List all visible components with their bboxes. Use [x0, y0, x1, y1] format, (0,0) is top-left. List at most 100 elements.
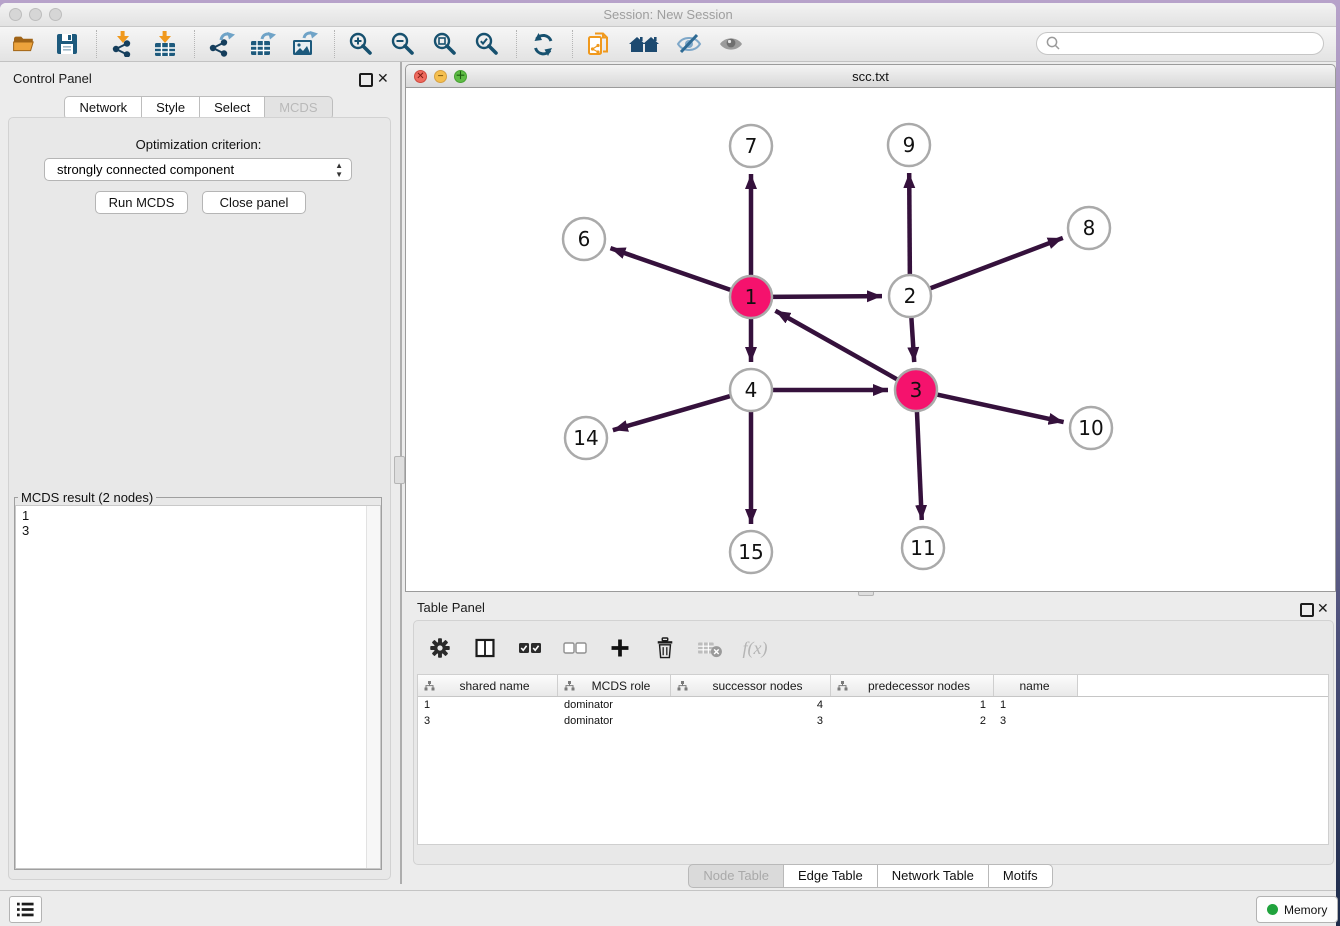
graph-node-3[interactable]: 3 [895, 369, 937, 411]
toolbar-separator [516, 30, 518, 58]
zoom-out-icon[interactable] [388, 29, 418, 59]
export-image-icon[interactable] [290, 29, 320, 59]
show-column-panel-icon[interactable] [470, 633, 500, 663]
table-panel-close-icon[interactable]: ✕ [1317, 602, 1329, 614]
import-network-icon[interactable] [108, 29, 138, 59]
column-header-predecessor-nodes[interactable]: predecessor nodes [831, 675, 994, 696]
graph-edge-2-9[interactable] [909, 173, 910, 278]
graph-node-2[interactable]: 2 [889, 275, 931, 317]
svg-text:4: 4 [745, 378, 758, 402]
duplicate-network-icon[interactable] [584, 29, 614, 59]
control-panel-float-icon[interactable] [359, 73, 373, 87]
tab-edge-table[interactable]: Edge Table [784, 864, 878, 888]
graph-node-6[interactable]: 6 [563, 218, 605, 260]
svg-text:15: 15 [738, 540, 763, 564]
svg-text:1: 1 [745, 285, 758, 309]
tab-node-table[interactable]: Node Table [688, 864, 784, 888]
graph-node-4[interactable]: 4 [730, 369, 772, 411]
tab-motifs[interactable]: Motifs [989, 864, 1053, 888]
cell-name[interactable]: 3 [994, 715, 1078, 727]
graph-node-11[interactable]: 11 [902, 527, 944, 569]
graph-node-15[interactable]: 15 [730, 531, 772, 573]
close-panel-button[interactable]: Close panel [202, 191, 306, 214]
zoom-fit-icon[interactable] [430, 29, 460, 59]
select-all-columns-icon[interactable] [515, 633, 545, 663]
export-table-icon[interactable] [248, 29, 278, 59]
graph-edge-3-1[interactable] [775, 311, 900, 381]
column-header-name[interactable]: name [994, 675, 1078, 696]
table-settings-gear-icon[interactable] [425, 633, 455, 663]
graph-edge-3-11[interactable] [917, 408, 922, 520]
graph-edge-2-3[interactable] [911, 314, 914, 362]
svg-text:14: 14 [573, 426, 598, 450]
table-row[interactable]: 1dominator411 [418, 697, 1328, 713]
graph-node-7[interactable]: 7 [730, 125, 772, 167]
svg-text:9: 9 [903, 133, 916, 157]
tab-network-table[interactable]: Network Table [878, 864, 989, 888]
table-panel-float-icon[interactable] [1300, 603, 1314, 617]
toolbar-separator [572, 30, 574, 58]
zoom-in-icon[interactable] [346, 29, 376, 59]
graph-node-1[interactable]: 1 [730, 276, 772, 318]
open-session-icon[interactable] [10, 29, 40, 59]
graph-edge-1-6[interactable] [610, 248, 734, 291]
svg-text:8: 8 [1083, 216, 1096, 240]
graph-node-8[interactable]: 8 [1068, 207, 1110, 249]
network-canvas[interactable]: 7 9 6 8 1 2 4 3 14 10 15 11 [405, 88, 1336, 592]
graph-node-10[interactable]: 10 [1070, 407, 1112, 449]
cell-predecessor-nodes[interactable]: 1 [831, 699, 994, 711]
home-networks-icon[interactable] [626, 29, 662, 59]
graph-edge-3-10[interactable] [934, 394, 1064, 422]
cell-predecessor-nodes[interactable]: 2 [831, 715, 994, 727]
graph-edge-2-8[interactable] [927, 238, 1063, 290]
criterion-select[interactable]: strongly connected component ▲▼ [44, 158, 352, 181]
table-body: 1dominator4113dominator323 [418, 697, 1328, 729]
toolbar-separator [194, 30, 196, 58]
network-window-title: scc.txt [405, 69, 1336, 84]
cell-shared-name[interactable]: 3 [418, 715, 558, 727]
delete-trash-icon[interactable] [650, 633, 680, 663]
search-box[interactable] [1036, 32, 1324, 55]
cell-successor-nodes[interactable]: 4 [671, 699, 831, 711]
cell-name[interactable]: 1 [994, 699, 1078, 711]
column-header-successor-nodes[interactable]: successor nodes [671, 675, 831, 696]
svg-text:11: 11 [910, 536, 935, 560]
zoom-selected-icon[interactable] [472, 29, 502, 59]
task-history-button[interactable] [9, 896, 42, 923]
desktop: Session: New Session [0, 0, 1340, 926]
save-session-icon[interactable] [52, 29, 82, 59]
column-header-MCDS-role[interactable]: MCDS role [558, 675, 671, 696]
run-mcds-button[interactable]: Run MCDS [95, 191, 188, 214]
memory-button[interactable]: Memory [1256, 896, 1338, 923]
control-panel-close-icon[interactable]: ✕ [377, 72, 389, 84]
cell-successor-nodes[interactable]: 3 [671, 715, 831, 727]
cell-shared-name[interactable]: 1 [418, 699, 558, 711]
create-column-plus-icon[interactable] [605, 633, 635, 663]
search-input[interactable] [1062, 36, 1306, 52]
graph-edge-4-14[interactable] [613, 395, 734, 430]
mcds-result-text[interactable]: 1 3 [16, 506, 380, 540]
search-icon [1045, 35, 1062, 52]
main-toolbar [0, 27, 1336, 62]
mcds-result-title: MCDS result (2 nodes) [18, 490, 156, 505]
import-table-icon[interactable] [150, 29, 180, 59]
column-header-shared-name[interactable]: shared name [418, 675, 558, 696]
table-header-row[interactable]: shared nameMCDS rolesuccessor nodesprede… [418, 675, 1328, 697]
table-row[interactable]: 3dominator323 [418, 713, 1328, 729]
delete-table-icon [695, 633, 725, 663]
cell-MCDS-role[interactable]: dominator [558, 715, 671, 727]
cell-MCDS-role[interactable]: dominator [558, 699, 671, 711]
graph-edge-1-2[interactable] [769, 296, 882, 297]
mcds-result-scrollbar[interactable] [366, 506, 380, 868]
vertical-split-handle[interactable] [394, 456, 405, 484]
hide-selected-icon[interactable] [674, 29, 704, 59]
graph-node-9[interactable]: 9 [888, 124, 930, 166]
mcds-result-group: MCDS result (2 nodes) 1 3 [14, 490, 382, 870]
window-title: Session: New Session [0, 7, 1336, 22]
node-table[interactable]: shared nameMCDS rolesuccessor nodesprede… [417, 674, 1329, 845]
export-network-icon[interactable] [206, 29, 236, 59]
graph-node-14[interactable]: 14 [565, 417, 607, 459]
network-canvas-svg[interactable]: 7 9 6 8 1 2 4 3 14 10 15 11 [406, 88, 1335, 590]
deselect-all-columns-icon[interactable] [560, 633, 590, 663]
refresh-icon[interactable] [528, 29, 558, 59]
